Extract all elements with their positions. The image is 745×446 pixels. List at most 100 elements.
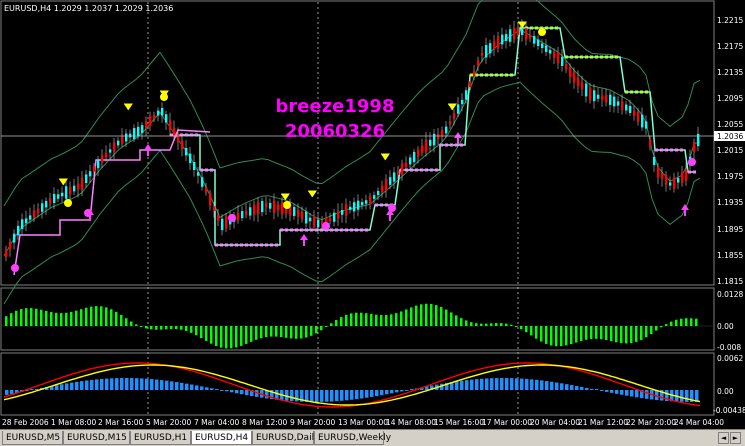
step-dot [475,73,478,77]
candle-body [129,133,132,138]
candle-body [137,126,140,137]
signal-dot-icon [228,214,236,222]
histogram-bar [540,326,543,342]
histogram-bar [220,326,223,348]
candle-body [125,133,128,142]
candle-body [525,28,528,40]
step-dot [245,243,248,247]
oscillator-bar [210,388,214,390]
time-axis: 28 Feb 2006 1 Mar 08:00 2 Mar 16:00 5 Ma… [2,418,724,427]
scroll-right-icon[interactable]: ► [730,432,741,444]
tab-eurusd-m15[interactable]: EURUSD,M15 [63,431,130,445]
histogram-bar [275,326,278,337]
price-tick: 1.1895 [717,225,743,234]
histogram-bar [465,320,468,326]
step-dot [335,228,338,232]
step-dot [205,168,208,172]
step-dot [600,55,603,59]
step-dot [285,228,288,232]
histogram-bar [655,326,658,331]
step-dot [200,168,203,172]
oscillator-bar [195,385,199,390]
chart-area[interactable]: EURUSD,H4 1.2029 1.2037 1.2029 1.2036 br… [0,0,745,429]
histogram-bar [340,317,343,326]
histogram-bar [605,326,608,341]
tab-eurusd-weekly[interactable]: EURUSD,Weekly [314,431,391,445]
candle-body [685,169,688,181]
step-dot [350,228,353,232]
candle-body [577,77,580,87]
histogram-bar [645,326,648,338]
histogram-bar [320,326,323,331]
step-dot [570,55,573,59]
oscillator-bar [240,390,244,395]
candle-body [113,142,116,152]
oscillator-tick: 0.0062 [717,354,743,363]
oscillator-bar [165,380,169,390]
oscillator-bar [10,390,14,394]
candle-body [513,27,516,40]
oscillator-bar [510,378,514,390]
signal-dot-icon [64,199,72,207]
histogram-bar [330,323,333,326]
tab-eurusd-h4[interactable]: EURUSD,H4 [191,431,252,445]
histogram-bar [250,326,253,342]
signal-dot-icon [538,28,546,36]
oscillator-bar [535,379,539,390]
oscillator-bar [130,378,134,390]
candle-body [645,121,648,129]
step-dot [280,228,283,232]
oscillator-bar [500,378,504,390]
oscillator-bar [235,390,239,394]
histogram-bar [575,326,578,343]
step-dot [210,168,213,172]
tab-eurusd-m5[interactable]: EURUSD,M5 [2,431,63,445]
time-tick: 22 Mar 20:00 [626,418,676,427]
histogram-bar [215,326,218,346]
time-tick: 9 Mar 20:00 [290,418,336,427]
tab-eurusd-h1[interactable]: EURUSD,H1 [130,431,191,445]
candle-body [573,72,576,83]
histogram-bar [425,303,428,326]
oscillator-bar [555,382,559,390]
step-dot [295,228,298,232]
histogram-bar [570,326,573,345]
step-dot [490,73,493,77]
histogram-bar [460,318,463,326]
candle-body [541,43,544,48]
candle-body [585,83,588,97]
candle-body [373,195,376,199]
histogram-bar [650,326,653,335]
histogram-bar [240,326,243,346]
oscillator-bar [595,389,599,390]
candle-body [493,41,496,50]
histogram-bar [170,326,173,330]
candle-body [581,82,584,90]
tab-eurusd-daily[interactable]: EURUSD,Daily [252,431,319,445]
histogram-bar [620,326,623,344]
step-dot [315,228,318,232]
candle-body [241,211,244,219]
step-dot [535,26,538,30]
scroll-left-icon[interactable]: ◄ [718,432,729,444]
oscillator-bar [135,378,139,390]
oscillator-bar [575,385,579,390]
watermark-name: breeze1998 [276,96,395,117]
histogram-bar [235,326,238,348]
candle-body [73,185,76,192]
candle-body [481,52,484,56]
histogram-bar [200,326,203,339]
oscillator-bar [590,388,594,390]
histogram-bar [115,311,118,326]
histogram-bar [505,323,508,326]
step-dot [500,73,503,77]
histogram-bar [395,313,398,326]
candle-body [633,110,636,116]
oscillator-bar [90,379,94,390]
candle-body [693,141,696,153]
candle-body [225,216,228,229]
histogram-bar [680,318,683,326]
candle-body [157,110,160,116]
histogram-tick: 0.00 [717,322,734,331]
candle-body [509,29,512,42]
